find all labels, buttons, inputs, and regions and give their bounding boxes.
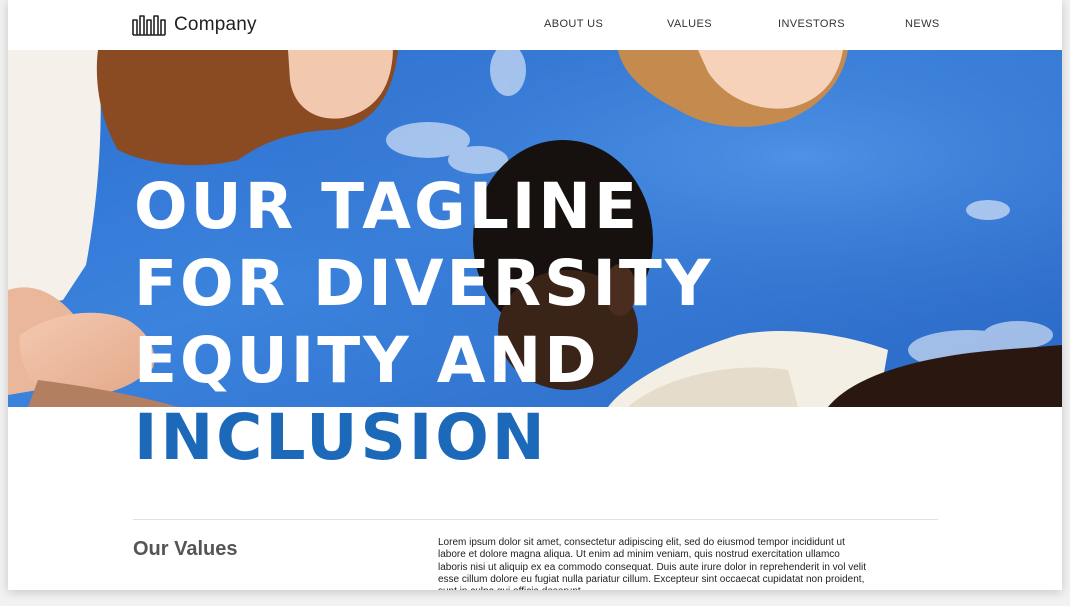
nav-investors[interactable]: INVESTORS <box>778 18 845 30</box>
values-description: Lorem ipsum dolor sit amet, consectetur … <box>438 537 867 590</box>
page-frame: Company ABOUT US VALUES INVESTORS NEWS O… <box>8 0 1062 590</box>
nav-links: ABOUT US VALUES INVESTORS NEWS <box>8 18 1062 34</box>
headline-line-2: FOR DIVERSITY <box>134 247 714 320</box>
nav-about-us[interactable]: ABOUT US <box>544 18 603 30</box>
hero-headline: OUR TAGLINE FOR DIVERSITY EQUITY AND INC… <box>134 168 713 476</box>
headline-line-1: OUR TAGLINE <box>134 170 641 243</box>
values-heading: Our Values <box>133 538 238 560</box>
headline-line-4: INCLUSION <box>134 401 548 474</box>
nav-news[interactable]: NEWS <box>905 18 940 30</box>
section-divider <box>133 519 938 520</box>
headline-line-3: EQUITY AND <box>134 324 600 397</box>
top-navigation: Company ABOUT US VALUES INVESTORS NEWS <box>8 0 1062 50</box>
nav-values[interactable]: VALUES <box>667 18 712 30</box>
